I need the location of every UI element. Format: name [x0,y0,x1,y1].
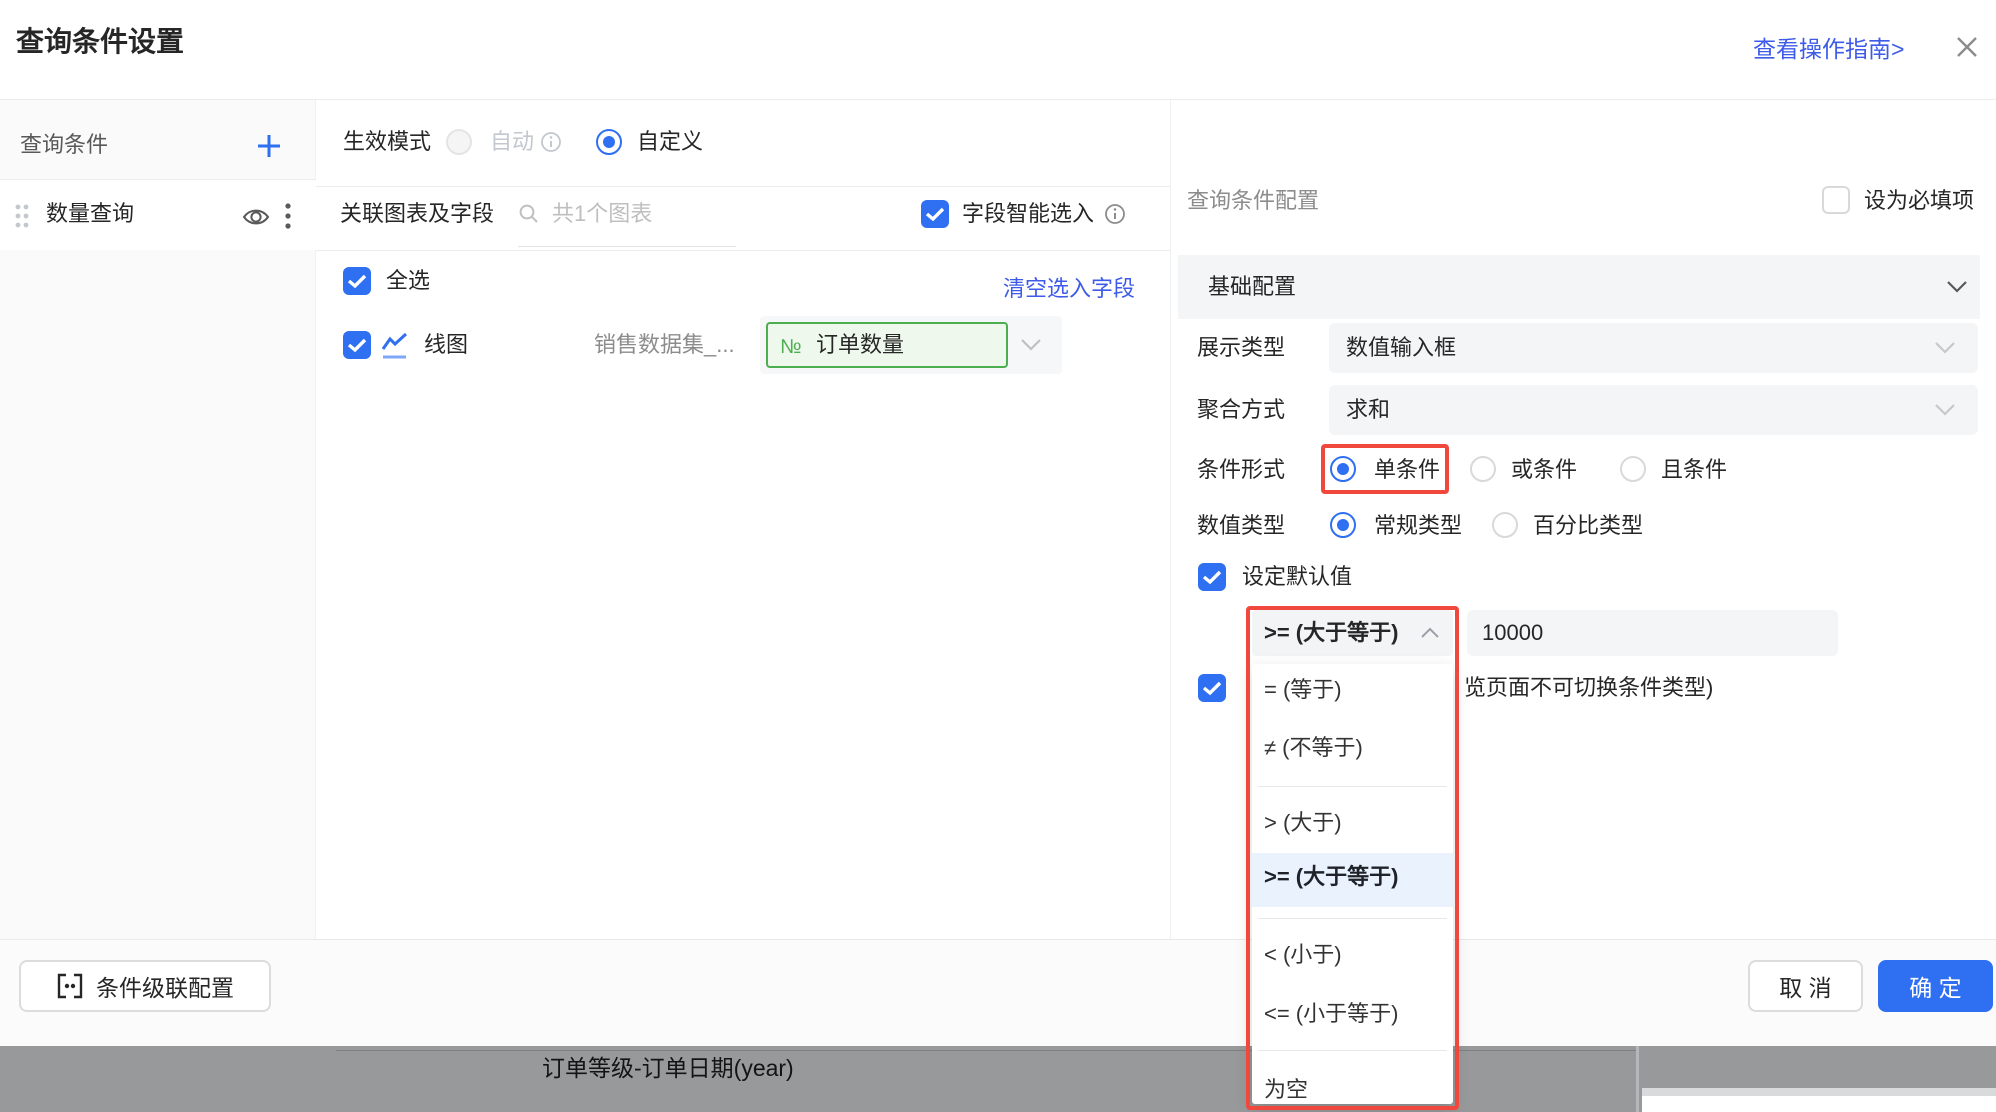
default-value-text: 10000 [1482,618,1543,648]
and-condition-radio[interactable] [1620,456,1646,482]
background-chart-title: 订单等级-订单日期(year) [542,1053,794,1083]
chevron-down-icon [1934,403,1956,422]
mode-auto-radio[interactable] [446,129,472,155]
menu-item-lt[interactable]: < (小于) [1264,940,1342,970]
check-icon [347,337,367,353]
percent-type-radio[interactable] [1492,512,1518,538]
normal-type-label[interactable]: 常规类型 [1374,511,1462,541]
effective-mode-label: 生效模式 [343,127,431,157]
mode-custom-label[interactable]: 自定义 [637,127,703,157]
select-all-label[interactable]: 全选 [386,266,430,296]
sidebar-title: 查询条件 [20,130,108,160]
menu-item-gte[interactable]: >= (大于等于) [1264,862,1398,892]
search-input[interactable]: 共1个图表 [552,199,652,229]
cancel-button[interactable]: 取 消 [1748,960,1863,1012]
check-icon [1202,569,1222,585]
menu-item-eq[interactable]: = (等于) [1264,675,1342,705]
basic-config-title: 基础配置 [1208,272,1296,302]
chevron-up-icon [1420,626,1440,644]
or-condition-radio[interactable] [1470,456,1496,482]
background-table-row [1642,1088,1996,1096]
visibility-eye-icon[interactable] [242,206,270,233]
aggregation-label: 聚合方式 [1197,395,1285,425]
aggregation-value: 求和 [1346,395,1390,425]
background-table-row [1642,1096,1996,1112]
lock-condition-note: 览页面不可切换条件类型) [1464,673,1713,703]
info-icon [540,131,562,158]
mode-custom-radio[interactable] [596,129,622,155]
percent-type-label[interactable]: 百分比类型 [1533,511,1643,541]
required-label[interactable]: 设为必填项 [1864,186,1974,216]
mode-auto-label[interactable]: 自动 [490,127,534,157]
line-chart-icon [381,332,409,365]
query-condition-dialog: 查询条件设置 查看操作指南> 查询条件 数量查询 生效模式 自动 [0,0,1996,1112]
add-condition-button[interactable] [254,131,284,166]
cascade-config-button[interactable]: 条件级联配置 [19,960,271,1012]
smart-select-checkbox[interactable] [921,200,949,228]
field-name: 订单数量 [816,330,904,360]
chevron-down-icon [1934,341,1956,360]
menu-item-neq[interactable]: ≠ (不等于) [1264,733,1363,763]
operator-select-value: >= (大于等于) [1264,618,1398,648]
line-chart-checkbox[interactable] [343,331,371,359]
chevron-down-icon [1020,338,1042,357]
basic-config-section-header[interactable] [1178,255,1980,319]
lock-condition-checkbox[interactable] [1198,674,1226,702]
config-panel-title: 查询条件配置 [1187,186,1319,216]
normal-type-radio[interactable] [1330,512,1356,538]
and-condition-label[interactable]: 且条件 [1661,455,1727,485]
display-type-label: 展示类型 [1197,333,1285,363]
more-options-kebab-icon[interactable] [284,202,292,235]
cascade-config-label: 条件级联配置 [96,969,234,1003]
default-value-checkbox[interactable] [1198,563,1226,591]
related-charts-label: 关联图表及字段 [340,199,494,229]
smart-select-label[interactable]: 字段智能选入 [962,199,1094,229]
operator-dropdown-menu: = (等于) ≠ (不等于) > (大于) >= (大于等于) < (小于) <… [1252,664,1453,1104]
background-divider [1636,1046,1639,1112]
check-icon [1202,680,1222,696]
guide-link[interactable]: 查看操作指南> [1753,34,1904,64]
page-title: 查询条件设置 [16,24,184,60]
menu-item-gt[interactable]: > (大于) [1264,808,1342,838]
numeric-type-label: 数值类型 [1197,511,1285,541]
cascade-icon [56,972,84,1000]
condition-form-label: 条件形式 [1197,455,1285,485]
menu-item-lte[interactable]: <= (小于等于) [1264,999,1398,1029]
select-all-checkbox[interactable] [343,267,371,295]
drag-handle-icon[interactable] [14,203,30,234]
menu-item-empty[interactable]: 为空 [1264,1075,1308,1105]
or-condition-label[interactable]: 或条件 [1511,455,1577,485]
chevron-down-icon [1946,280,1968,299]
clear-fields-link[interactable]: 清空选入字段 [1003,274,1135,304]
close-icon[interactable] [1952,32,1982,67]
chart-name-label: 线图 [424,330,468,360]
sidebar-item-label: 数量查询 [46,199,134,229]
numeric-field-icon: № [780,332,801,362]
default-value-label[interactable]: 设定默认值 [1242,562,1352,592]
single-condition-radio[interactable] [1330,456,1356,482]
check-icon [347,273,367,289]
single-condition-label[interactable]: 单条件 [1374,455,1440,485]
required-checkbox[interactable] [1822,186,1850,214]
aggregation-select[interactable] [1329,385,1978,435]
footer-bar [0,940,1996,1046]
info-icon [1104,203,1126,230]
dataset-name: 销售数据集_... [594,330,735,360]
display-type-value: 数值输入框 [1346,333,1456,363]
check-icon [925,206,945,222]
confirm-button[interactable]: 确 定 [1878,960,1993,1012]
search-icon [518,203,540,230]
